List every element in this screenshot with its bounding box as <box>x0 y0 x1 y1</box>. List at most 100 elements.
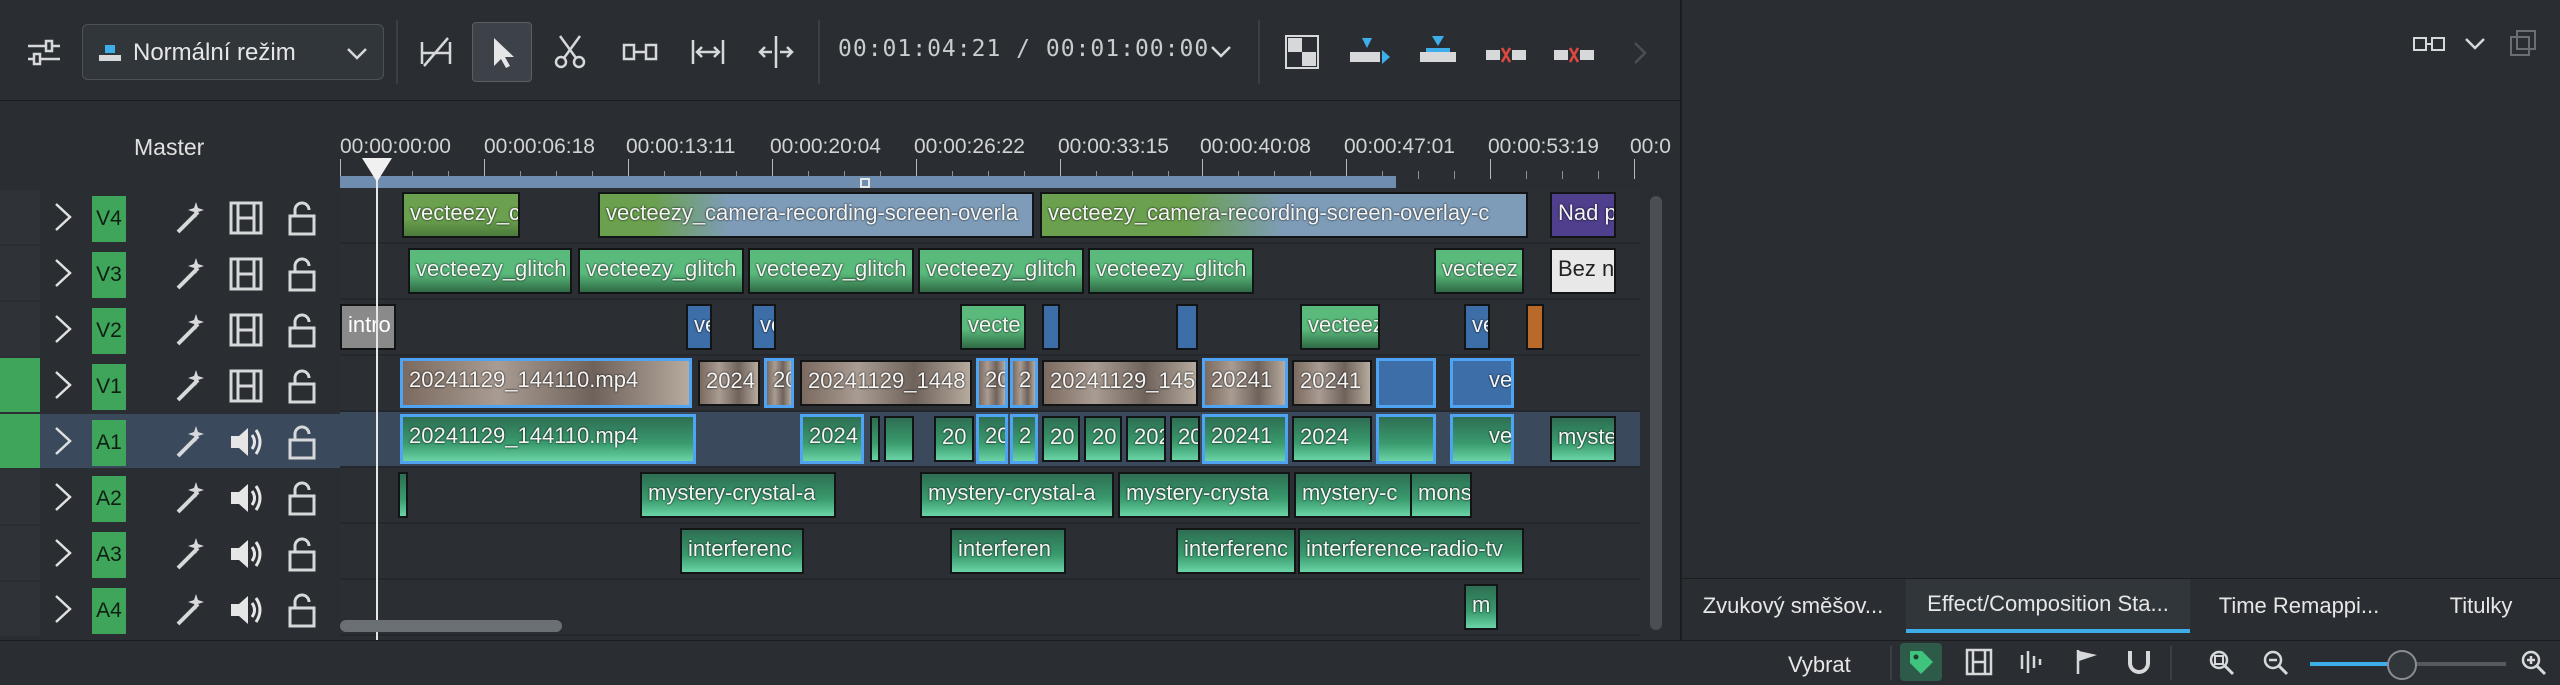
clip[interactable]: ve <box>1464 304 1490 350</box>
clip[interactable]: 20 <box>976 358 1008 408</box>
show-markers-button[interactable] <box>2066 643 2108 681</box>
clip[interactable]: 20 <box>1170 416 1200 462</box>
insert-clip-button[interactable] <box>1340 22 1400 82</box>
clip[interactable]: 20 <box>1084 416 1122 462</box>
clip[interactable]: vecteezy_camera- <box>402 192 520 238</box>
clip[interactable]: vecte <box>960 304 1026 350</box>
razor-tool-button[interactable] <box>540 22 600 82</box>
unlock-icon[interactable] <box>286 592 318 628</box>
clip[interactable]: vecteezy_glitch <box>578 248 744 294</box>
chevron-right-icon[interactable] <box>50 368 76 402</box>
chevron-right-icon[interactable] <box>50 592 76 626</box>
effects-wand-icon[interactable] <box>172 312 208 348</box>
clip[interactable]: 20241 <box>1202 414 1288 464</box>
clip[interactable]: vecteezy_glitch <box>408 248 572 294</box>
effects-wand-icon[interactable] <box>172 368 208 404</box>
effects-wand-icon[interactable] <box>172 200 208 236</box>
clip[interactable]: 20241129_145 <box>1042 360 1198 406</box>
clip[interactable]: 2024 <box>800 414 864 464</box>
clip[interactable]: 2024 <box>698 360 760 406</box>
clip[interactable]: 2024 <box>1292 416 1372 462</box>
clip[interactable]: myste <box>1550 416 1616 462</box>
clip[interactable]: mystery-crystal-a <box>640 472 836 518</box>
clip[interactable]: 20241 <box>1292 360 1372 406</box>
horizontal-scrollbar[interactable] <box>340 620 562 632</box>
overwrite-clip-button[interactable] <box>1408 22 1468 82</box>
effects-wand-icon[interactable] <box>172 536 208 572</box>
chevron-right-icon[interactable] <box>50 256 76 290</box>
unlock-icon[interactable] <box>286 368 318 404</box>
ripple-tool-button[interactable] <box>678 22 738 82</box>
chevron-right-icon[interactable] <box>50 200 76 234</box>
clip[interactable]: 20 <box>1042 416 1080 462</box>
playhead-handle[interactable] <box>362 158 392 182</box>
clip[interactable]: 20 <box>976 414 1008 464</box>
tab-audio-mixer[interactable]: Zvukový směšov... <box>1682 579 1904 633</box>
timeline-settings-button[interactable] <box>14 22 74 82</box>
clip[interactable]: ve <box>1450 358 1514 408</box>
chevron-right-icon[interactable] <box>1630 40 1650 66</box>
clip[interactable]: Nad p <box>1550 192 1616 238</box>
edit-mode-select[interactable]: Normální režim <box>82 24 384 80</box>
clip[interactable]: 202 <box>1126 416 1166 462</box>
slip-tool-button[interactable] <box>746 22 806 82</box>
chevron-right-icon[interactable] <box>50 536 76 570</box>
tab-effect-composition-stack[interactable]: Effect/Composition Sta... <box>1906 579 2190 633</box>
tab-time-remapping[interactable]: Time Remappi... <box>2194 579 2404 633</box>
clip[interactable]: mons <box>1410 472 1472 518</box>
audio-waveform-button[interactable] <box>2010 643 2052 681</box>
unlock-icon[interactable] <box>286 424 318 460</box>
zoom-out-button[interactable] <box>2254 643 2296 681</box>
track-header-v1[interactable]: V1 <box>0 358 340 412</box>
clip[interactable]: vecteezy_camera-recording-screen-overlay… <box>1040 192 1528 238</box>
chevron-down-icon[interactable] <box>2462 34 2488 54</box>
lift-zone-button[interactable] <box>1544 22 1604 82</box>
clip[interactable]: 20 <box>934 416 974 462</box>
clip[interactable]: 20241129_144110.mp4 <box>400 358 692 408</box>
master-label[interactable]: Master <box>134 134 204 161</box>
zoom-slider-handle[interactable] <box>2387 650 2417 680</box>
clip[interactable]: vecteezy_glitch <box>1088 248 1254 294</box>
copy-icon[interactable] <box>2508 28 2538 58</box>
playhead[interactable] <box>376 176 378 640</box>
chevron-right-icon[interactable] <box>50 480 76 514</box>
speaker-icon[interactable] <box>228 424 266 460</box>
composite-preview-button[interactable] <box>1272 22 1332 82</box>
extract-zone-button[interactable] <box>1476 22 1536 82</box>
unlock-icon[interactable] <box>286 256 318 292</box>
film-icon[interactable] <box>228 368 264 404</box>
speaker-icon[interactable] <box>228 480 266 516</box>
effects-wand-icon[interactable] <box>172 592 208 628</box>
clip[interactable]: intro <box>340 304 396 350</box>
unlock-icon[interactable] <box>286 480 318 516</box>
clip[interactable]: vecteezy_glitch <box>918 248 1084 294</box>
clip[interactable]: 2 <box>1010 414 1038 464</box>
chevron-down-icon[interactable] <box>1208 42 1234 62</box>
clip[interactable]: mystery-crystal-a <box>920 472 1114 518</box>
snap-toggle-button[interactable] <box>406 22 466 82</box>
track-header-a3[interactable]: A3 <box>0 526 340 580</box>
clip[interactable]: interferenc <box>680 528 804 574</box>
film-icon[interactable] <box>228 256 264 292</box>
film-icon[interactable] <box>228 312 264 348</box>
color-tag-button[interactable] <box>1900 643 1942 681</box>
clip[interactable]: 2 <box>1010 358 1038 408</box>
clip[interactable]: m <box>1464 584 1498 630</box>
clip[interactable]: vecteez <box>1434 248 1524 294</box>
clip[interactable]: vecteezy_glitch <box>748 248 914 294</box>
track-header-v4[interactable]: V4 <box>0 190 340 244</box>
clip[interactable]: 20 <box>764 358 794 408</box>
clip[interactable]: ve <box>1450 414 1514 464</box>
track-header-a4[interactable]: A4 <box>0 582 340 636</box>
effects-wand-icon[interactable] <box>172 480 208 516</box>
clip[interactable]: ve <box>752 304 776 350</box>
clip[interactable]: interference-radio-tv <box>1298 528 1524 574</box>
track-header-a2[interactable]: A2 <box>0 470 340 524</box>
chevron-right-icon[interactable] <box>50 312 76 346</box>
link-compare-icon[interactable] <box>2412 32 2446 56</box>
clip[interactable]: 20241 <box>1202 358 1288 408</box>
film-icon[interactable] <box>228 200 264 236</box>
clip[interactable]: mystery-c <box>1294 472 1412 518</box>
unlock-icon[interactable] <box>286 312 318 348</box>
snap-button[interactable] <box>2118 643 2160 681</box>
